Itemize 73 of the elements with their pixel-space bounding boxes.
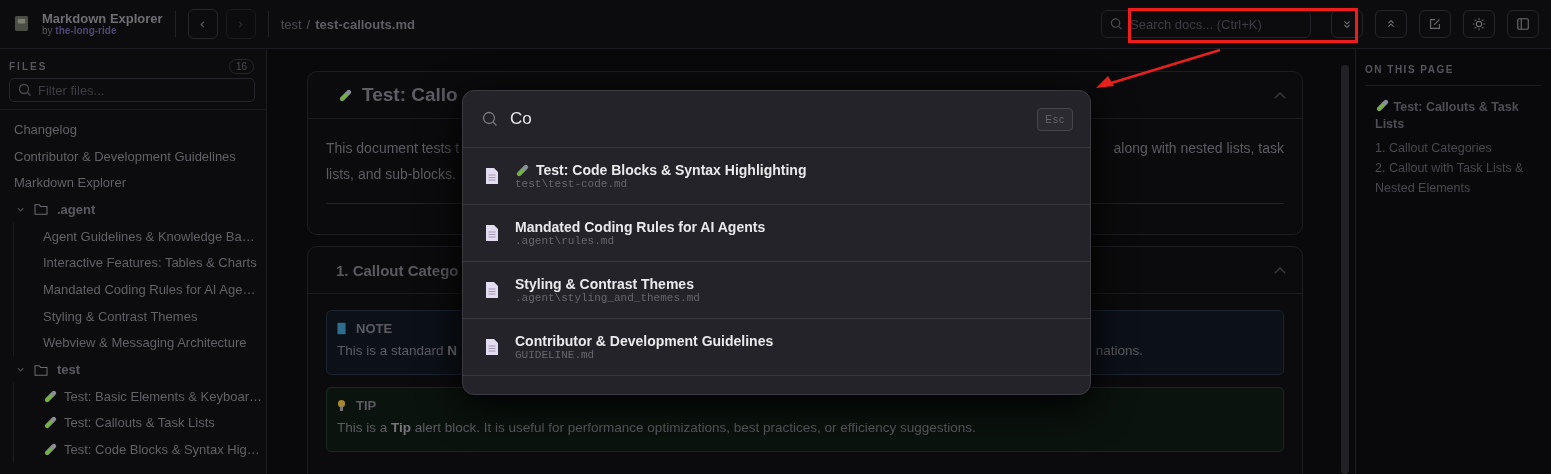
search-result[interactable]: Contributor & Development Guidelines GUIDELINE.md xyxy=(463,319,1090,376)
theme-button[interactable] xyxy=(1463,10,1495,38)
collapse-chevron-icon[interactable] xyxy=(1274,266,1286,274)
file-item[interactable]: Webview & Messaging Architecture xyxy=(14,329,266,357)
search-result[interactable]: Mandated Coding Rules for AI Agents .agent\rules.md xyxy=(463,205,1090,262)
lightbulb-icon xyxy=(337,399,346,412)
search-icon xyxy=(1110,17,1123,31)
result-path: test\test-code.md xyxy=(515,178,629,190)
result-path: .agent\styling_and_themes.md xyxy=(515,292,700,304)
folder-icon xyxy=(34,363,48,376)
byline-label: by xyxy=(42,24,53,36)
file-item[interactable]: Test: Basic Elements & Keyboar… xyxy=(14,382,266,410)
back-button[interactable] xyxy=(187,9,218,39)
sidebar-icon xyxy=(1516,17,1530,31)
book-icon xyxy=(14,15,29,33)
document-icon xyxy=(485,338,499,356)
file-item[interactable]: Contributor & Development Guidelines xyxy=(0,142,266,170)
file-item[interactable]: Mandated Coding Rules for AI Age… xyxy=(14,276,266,303)
file-item[interactable]: Test: Callouts & Task Lists xyxy=(14,409,266,437)
chevron-right-icon xyxy=(236,19,246,29)
result-path: GUIDELINE.md xyxy=(515,349,596,361)
document-icon xyxy=(485,281,499,299)
result-title: Test: Code Blocks & Syntax Highlighting xyxy=(536,162,807,178)
search-result[interactable]: Styling & Contrast Themes .agent\styling_and_themes.md xyxy=(463,262,1090,319)
folder-item[interactable]: .agent xyxy=(0,196,266,223)
folder-name: .agent xyxy=(57,201,96,217)
folder-item[interactable]: test xyxy=(0,356,266,383)
toc-link[interactable]: 2. Callout with Task Lists & Nested Elements xyxy=(1365,158,1541,198)
callout-text: This is a standard N xyxy=(337,342,458,360)
author-link[interactable]: the-long-ride xyxy=(55,24,117,36)
search-icon xyxy=(482,111,498,127)
edit-button[interactable] xyxy=(1419,10,1451,38)
file-item[interactable]: Markdown Explorer xyxy=(0,169,266,197)
edit-icon xyxy=(1428,17,1442,31)
files-heading: FILES xyxy=(9,61,48,72)
paragraph-text: lists, and sub-blocks. xyxy=(326,165,456,184)
toc-link[interactable]: Test: Callouts & Task Lists xyxy=(1365,98,1541,133)
sidebar-toggle-button[interactable] xyxy=(1507,10,1539,38)
document-icon xyxy=(485,224,499,242)
document-icon xyxy=(485,167,499,185)
folder-name: test xyxy=(57,362,81,378)
result-title: Mandated Coding Rules for AI Agents xyxy=(515,219,766,235)
file-item[interactable]: Styling & Contrast Themes xyxy=(14,302,266,330)
section-heading: Test: Callo xyxy=(362,84,458,106)
result-path: .agent\rules.md xyxy=(515,235,616,247)
breadcrumb-current: test-callouts.md xyxy=(315,16,415,32)
search-icon xyxy=(18,83,32,97)
result-title: Styling & Contrast Themes xyxy=(515,276,694,292)
folder-icon xyxy=(34,203,48,216)
paragraph-text: along with nested lists, task xyxy=(1113,139,1284,158)
app-title: Markdown Explorer xyxy=(42,11,163,26)
file-item[interactable]: Changelog xyxy=(0,116,266,143)
callout-text: This is a Tip alert block. It is useful for performance optimizations, best practices, or efficiency suggestions. xyxy=(337,419,976,437)
search-input[interactable]: Co xyxy=(508,108,1028,130)
toc-heading: ON THIS PAGE xyxy=(1365,64,1541,86)
collapse-all-button[interactable] xyxy=(1375,10,1407,38)
toc-link[interactable]: 1. Callout Categories xyxy=(1365,138,1541,158)
section-heading: 1. Callout Catego xyxy=(336,261,459,279)
breadcrumb-separator: / xyxy=(306,16,311,32)
collapse-chevron-icon[interactable] xyxy=(1274,91,1286,99)
esc-key-hint: Esc xyxy=(1037,107,1073,131)
callout-label: TIP xyxy=(356,398,377,413)
file-item[interactable]: Interactive Features: Tables & Charts xyxy=(14,249,266,277)
callout-text: nations. xyxy=(1095,342,1143,360)
chevron-icon xyxy=(16,365,25,375)
book-icon xyxy=(337,322,346,335)
sun-icon xyxy=(1472,17,1486,31)
breadcrumb-link[interactable]: test xyxy=(280,16,302,32)
file-item[interactable]: Test: Code Blocks & Syntax Hig… xyxy=(14,436,266,463)
result-title: Contributor & Development Guidelines xyxy=(515,333,774,349)
callout-label: NOTE xyxy=(356,321,393,336)
file-item[interactable]: Agent Guidelines & Knowledge Ba… xyxy=(14,222,266,250)
search-result[interactable]: Test: Code Blocks & Syntax Highlighting test\test-code.md xyxy=(463,148,1090,205)
